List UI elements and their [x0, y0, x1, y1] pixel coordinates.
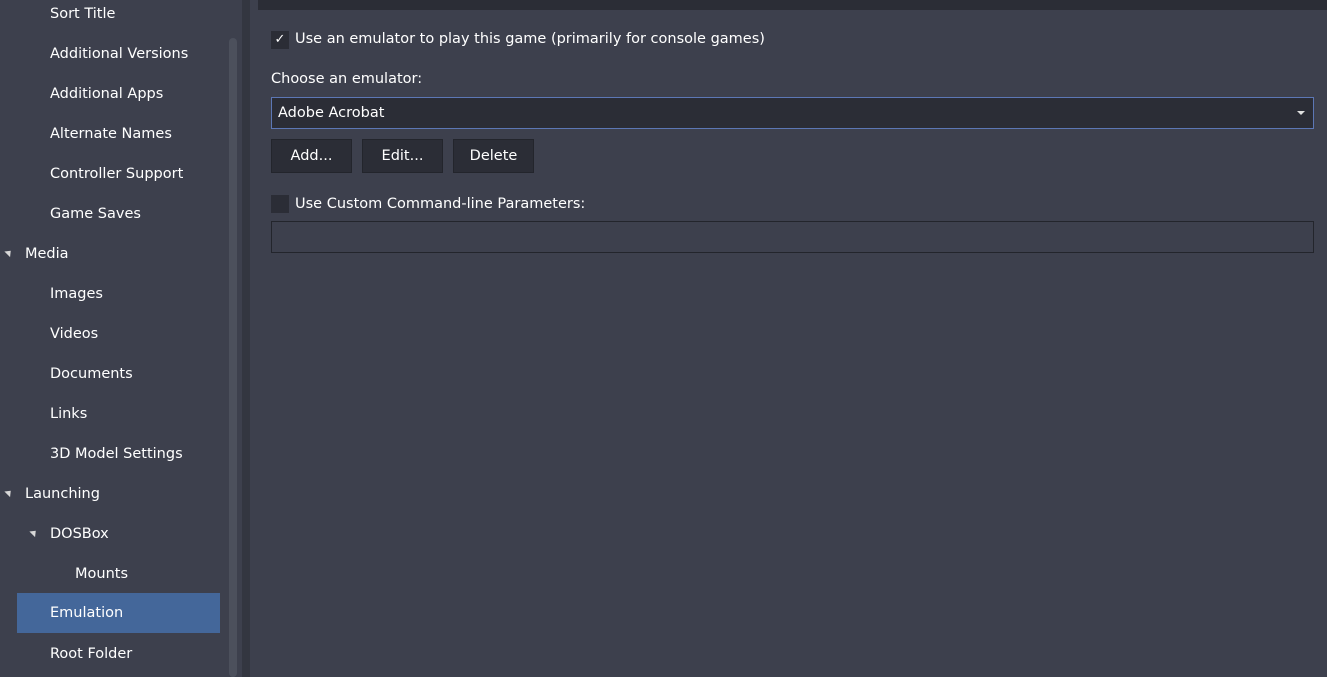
sidebar-item-label: Additional Apps — [50, 86, 164, 102]
pane-splitter[interactable] — [242, 0, 250, 677]
use-emulator-label[interactable]: Use an emulator to play this game (prima… — [295, 31, 765, 47]
custom-params-checkbox[interactable] — [271, 195, 289, 213]
expanded-triangle-icon[interactable] — [4, 487, 14, 498]
edit-emulator-button[interactable]: Edit... — [362, 139, 443, 173]
sidebar-item-label: Links — [50, 406, 88, 422]
sidebar-item-label: Game Saves — [50, 206, 141, 222]
emulation-panel: ✓ Use an emulator to play this game (pri… — [250, 0, 1327, 677]
sidebar-item-label: Mounts — [75, 566, 129, 582]
custom-params-input[interactable] — [271, 221, 1314, 253]
sidebar-item-label: Documents — [50, 366, 133, 382]
sidebar-item-emulation[interactable]: Emulation — [17, 593, 220, 633]
sidebar-item-label: DOSBox — [50, 526, 109, 542]
emulator-dropdown-value: Adobe Acrobat — [278, 105, 385, 121]
sidebar-item-label: Controller Support — [50, 166, 184, 182]
edit-game-window: Sort Title Additional Versions Additiona… — [0, 0, 1327, 677]
expanded-triangle-icon[interactable] — [4, 247, 14, 258]
sidebar-item-label: Sort Title — [50, 6, 116, 22]
use-emulator-checkbox[interactable]: ✓ — [271, 31, 289, 49]
expanded-triangle-icon[interactable] — [29, 527, 39, 538]
add-emulator-button[interactable]: Add... — [271, 139, 352, 173]
choose-emulator-label: Choose an emulator: — [271, 71, 423, 87]
sidebar-tree: Sort Title Additional Versions Additiona… — [0, 0, 242, 677]
sidebar-item-label: Emulation — [50, 605, 124, 621]
sidebar-item-label: Videos — [50, 326, 99, 342]
sidebar-item-label: Images — [50, 286, 103, 302]
sidebar-item-label: Additional Versions — [50, 46, 189, 62]
emulator-dropdown[interactable]: Adobe Acrobat — [271, 97, 1314, 129]
sidebar-scrollbar[interactable] — [229, 38, 237, 677]
sidebar-item-label: 3D Model Settings — [50, 446, 183, 462]
custom-params-label[interactable]: Use Custom Command-line Parameters: — [295, 196, 585, 212]
dropdown-arrow-icon — [1297, 111, 1305, 115]
sidebar-item-label: Launching — [25, 486, 100, 502]
delete-emulator-button[interactable]: Delete — [453, 139, 534, 173]
sidebar-item-label: Alternate Names — [50, 126, 172, 142]
header-strip — [258, 0, 1327, 10]
sidebar-item-label: Media — [25, 246, 69, 262]
checkmark-icon: ✓ — [274, 32, 286, 47]
sidebar-item-label: Root Folder — [50, 646, 133, 662]
